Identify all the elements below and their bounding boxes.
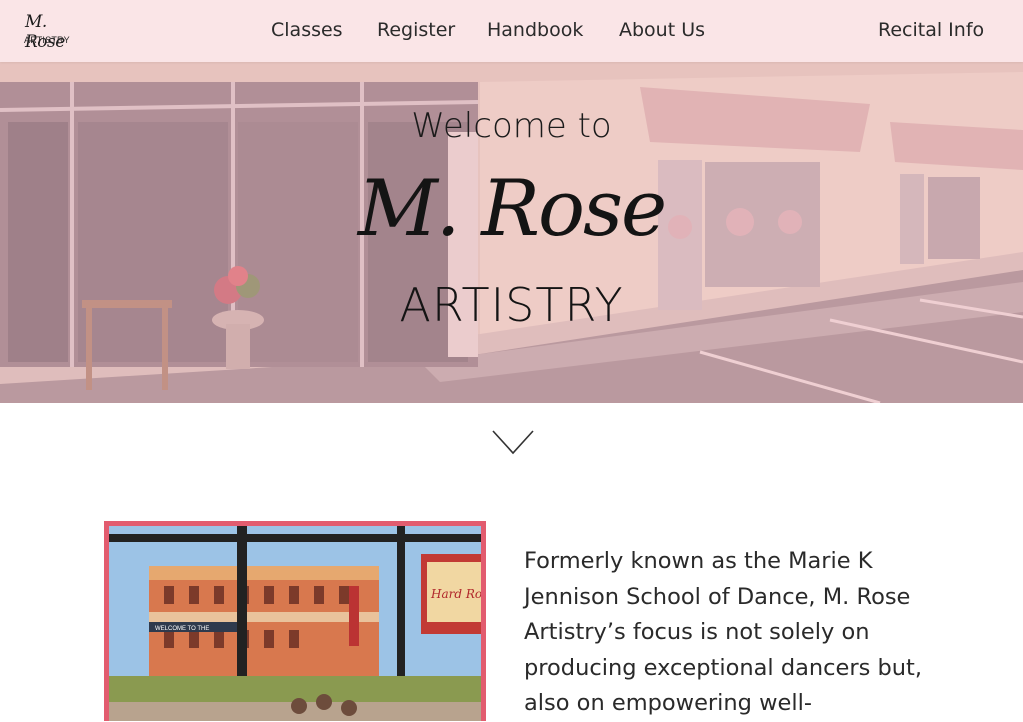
site-header: M. Rose ARTISTRY Classes Register Handbo… bbox=[0, 0, 1023, 62]
nav-classes[interactable]: Classes bbox=[271, 19, 343, 41]
hero-script-name: M. Rose bbox=[357, 164, 667, 254]
hero-artistry-text: ARTISTRY bbox=[399, 278, 624, 332]
about-paragraph: Formerly known as the Marie K Jennison S… bbox=[524, 548, 923, 716]
nav-handbook[interactable]: Handbook bbox=[487, 19, 583, 41]
recital-photo: WELCOME TO THE Hard Rock CAFE bbox=[104, 521, 486, 721]
photo-banner-text: WELCOME TO THE bbox=[155, 626, 209, 632]
chevron-down-icon[interactable] bbox=[491, 428, 535, 456]
nav-register[interactable]: Register bbox=[377, 19, 455, 41]
hero-welcome-text: Welcome to bbox=[411, 106, 612, 146]
logo-sub-text: ARTISTRY bbox=[24, 35, 70, 45]
nav-about-us[interactable]: About Us bbox=[619, 19, 705, 41]
photo-sign-text: Hard Rock CAFE bbox=[430, 587, 481, 601]
hero-banner: Welcome to M. Rose ARTISTRY bbox=[0, 62, 1023, 403]
recital-photo-image: WELCOME TO THE Hard Rock CAFE bbox=[109, 526, 481, 721]
nav-recital-info[interactable]: Recital Info bbox=[878, 19, 984, 41]
logo-script-text: M. Rose bbox=[25, 12, 65, 52]
site-logo[interactable]: M. Rose ARTISTRY bbox=[22, 12, 82, 52]
